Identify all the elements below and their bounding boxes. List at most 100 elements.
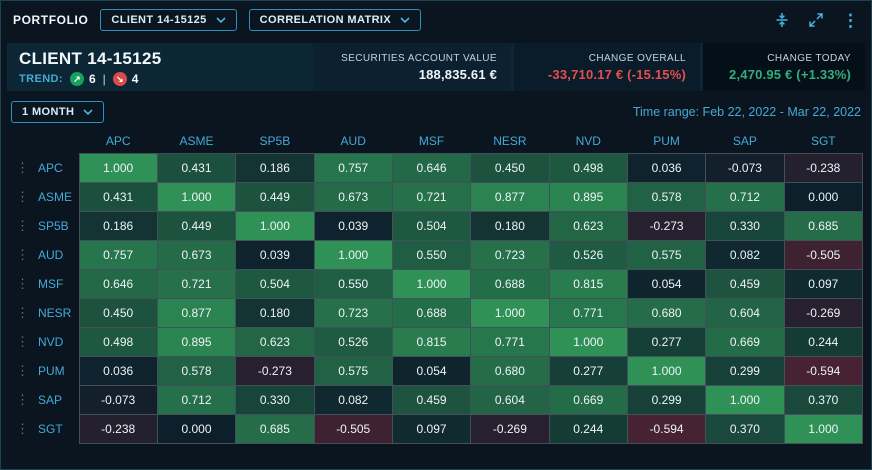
row-label: MSF <box>38 277 63 291</box>
col-header-nesr[interactable]: NESR <box>471 129 549 153</box>
matrix-cell: 0.526 <box>549 240 627 269</box>
matrix-corner <box>9 129 79 153</box>
matrix-cell: 0.459 <box>392 385 470 414</box>
chevron-down-icon <box>216 17 226 23</box>
matrix-cell: 0.550 <box>314 269 392 298</box>
matrix-cell: 0.623 <box>236 327 314 356</box>
view-dropdown[interactable]: CORRELATION MATRIX <box>249 9 421 31</box>
stat-change-overall: CHANGE OVERALL -33,710.17 € (-15.15%) <box>514 43 700 91</box>
col-header-sap[interactable]: SAP <box>706 129 784 153</box>
row-menu-icon[interactable]: ⋮ <box>16 276 29 292</box>
matrix-cell: 0.578 <box>627 182 705 211</box>
trend-label: TREND: <box>19 73 63 85</box>
row-header-msf[interactable]: ⋮ MSF <box>9 269 79 298</box>
row-menu-icon[interactable]: ⋮ <box>16 392 29 408</box>
matrix-cell: 0.054 <box>392 356 470 385</box>
matrix-row-asme: ⋮ASME0.4311.0000.4490.6730.7210.8770.895… <box>9 182 863 211</box>
col-header-sgt[interactable]: SGT <box>784 129 862 153</box>
matrix-cell: 1.000 <box>706 385 784 414</box>
client-dropdown[interactable]: CLIENT 14-15125 <box>100 9 236 31</box>
matrix-cell: 0.673 <box>314 182 392 211</box>
row-menu-icon[interactable]: ⋮ <box>16 189 29 205</box>
row-menu-icon[interactable]: ⋮ <box>16 334 29 350</box>
matrix-cell: 0.498 <box>549 153 627 182</box>
matrix-cell: 0.277 <box>549 356 627 385</box>
row-header-asme[interactable]: ⋮ ASME <box>9 182 79 211</box>
matrix-cell: 0.712 <box>157 385 235 414</box>
matrix-cell: 0.036 <box>79 356 157 385</box>
matrix-cell: -0.073 <box>706 153 784 182</box>
row-menu-icon[interactable]: ⋮ <box>16 421 29 437</box>
matrix-row-nesr: ⋮NESR0.4500.8770.1800.7230.6881.0000.771… <box>9 298 863 327</box>
matrix-cell: 0.097 <box>392 414 470 443</box>
col-header-sp5b[interactable]: SP5B <box>236 129 314 153</box>
client-summary-left: CLIENT 14-15125 TREND: ↗ 6 | ↘ 4 <box>7 43 310 91</box>
row-menu-icon[interactable]: ⋮ <box>16 363 29 379</box>
matrix-cell: 0.054 <box>627 269 705 298</box>
col-header-nvd[interactable]: NVD <box>549 129 627 153</box>
matrix-cell: -0.594 <box>627 414 705 443</box>
row-header-aud[interactable]: ⋮AUD <box>9 240 79 269</box>
matrix-cell: 0.504 <box>236 269 314 298</box>
matrix-cell: 0.526 <box>314 327 392 356</box>
row-header-sp5b[interactable]: ⋮ SP5B <box>9 211 79 240</box>
row-menu-icon[interactable]: ⋮ <box>16 247 29 263</box>
matrix-cell: 0.721 <box>392 182 470 211</box>
time-range-dropdown[interactable]: 1 MONTH <box>11 101 104 123</box>
matrix-cell: 0.370 <box>784 385 862 414</box>
matrix-cell: 0.082 <box>314 385 392 414</box>
matrix-cell: 1.000 <box>627 356 705 385</box>
matrix-cell: 0.895 <box>157 327 235 356</box>
row-label: NESR <box>38 306 71 320</box>
matrix-cell: 0.688 <box>392 298 470 327</box>
matrix-cell: 0.575 <box>314 356 392 385</box>
controls-row: 1 MONTH Time range: Feb 22, 2022 - Mar 2… <box>11 101 861 123</box>
matrix-cell: 1.000 <box>471 298 549 327</box>
col-header-asme[interactable]: ASME <box>157 129 235 153</box>
matrix-cell: 0.877 <box>157 298 235 327</box>
matrix-cell: -0.238 <box>784 153 862 182</box>
row-header-sgt[interactable]: ⋮ SGT <box>9 414 79 443</box>
matrix-cell: 0.757 <box>314 153 392 182</box>
matrix-cell: 0.299 <box>706 356 784 385</box>
row-header-nvd[interactable]: ⋮NVD <box>9 327 79 356</box>
matrix-cell: 0.097 <box>784 269 862 298</box>
matrix-cell: 0.604 <box>471 385 549 414</box>
row-label: SP5B <box>38 219 69 233</box>
col-header-aud[interactable]: AUD <box>314 129 392 153</box>
row-label: ASME <box>38 190 72 204</box>
stat-value-1: -33,710.17 € (-15.15%) <box>548 67 686 82</box>
row-label: APC <box>38 161 63 175</box>
row-menu-icon[interactable]: ⋮ <box>16 305 29 321</box>
row-menu-icon[interactable]: ⋮ <box>16 218 29 234</box>
col-header-apc[interactable]: APC <box>79 129 157 153</box>
row-menu-icon[interactable]: ⋮ <box>16 160 29 176</box>
view-dropdown-value: CORRELATION MATRIX <box>260 14 391 26</box>
matrix-cell: 1.000 <box>784 414 862 443</box>
trend-up-icon: ↗ <box>70 72 84 86</box>
matrix-cell: 0.039 <box>314 211 392 240</box>
matrix-cell: 0.895 <box>549 182 627 211</box>
matrix-cell: 0.449 <box>236 182 314 211</box>
chevron-down-icon <box>400 17 410 23</box>
matrix-cell: 0.721 <box>157 269 235 298</box>
row-header-nesr[interactable]: ⋮ NESR <box>9 298 79 327</box>
col-header-msf[interactable]: MSF <box>392 129 470 153</box>
matrix-cell: 0.459 <box>706 269 784 298</box>
row-header-apc[interactable]: ⋮ APC <box>9 153 79 182</box>
matrix-cell: 0.299 <box>627 385 705 414</box>
matrix-cell: 0.815 <box>549 269 627 298</box>
stat-label: SECURITIES ACCOUNT VALUE <box>341 53 497 64</box>
expand-icon[interactable] <box>808 12 824 28</box>
matrix-row-pum: ⋮PUM0.0360.578-0.2730.5750.0540.6800.277… <box>9 356 863 385</box>
client-summary-panel: CLIENT 14-15125 TREND: ↗ 6 | ↘ 4 SECURIT… <box>7 43 865 91</box>
time-range-dropdown-value: 1 MONTH <box>22 106 74 118</box>
matrix-cell: 0.680 <box>627 298 705 327</box>
kebab-menu-icon[interactable]: ⋮ <box>842 12 859 29</box>
col-header-pum[interactable]: PUM <box>627 129 705 153</box>
collapse-icon[interactable] <box>774 12 790 28</box>
row-header-sap[interactable]: ⋮SAP <box>9 385 79 414</box>
row-label: SGT <box>38 422 63 436</box>
trend-down-count: 4 <box>132 72 139 86</box>
row-header-pum[interactable]: ⋮PUM <box>9 356 79 385</box>
